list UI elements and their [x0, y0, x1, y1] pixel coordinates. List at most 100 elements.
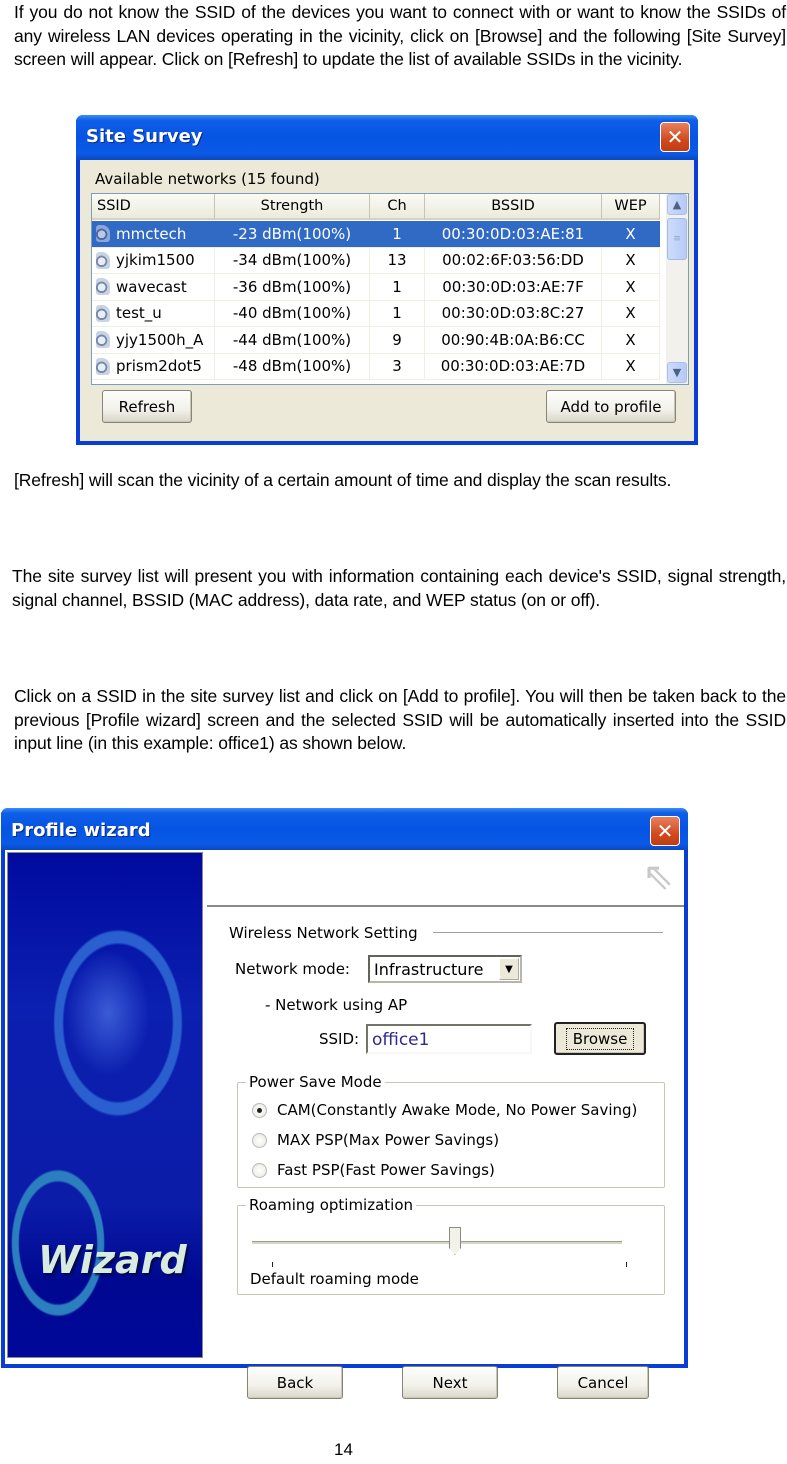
cell-wep: X — [602, 327, 660, 353]
network-row[interactable]: prism2dot5 -48 dBm(100%) 3 00:30:0D:03:AE:7… — [92, 353, 660, 380]
section-divider — [433, 932, 663, 933]
cell-strength: -40 dBm(100%) — [215, 300, 370, 326]
column-header-wep[interactable]: WEP — [602, 194, 660, 220]
site-survey-title: Site Survey — [86, 126, 203, 147]
scroll-thumb[interactable]: ≡ — [667, 218, 687, 260]
cell-bssid-text: 00:30:0D:03:AE:81 — [441, 224, 585, 243]
site-survey-title-bar[interactable]: Site Survey ✕ — [76, 115, 698, 160]
cell-bssid-text: 00:90:4B:0A:B6:CC — [441, 330, 585, 349]
network-row[interactable]: yjkim1500 -34 dBm(100%) 13 00:02:6F:03:56:D… — [92, 247, 660, 274]
cell-ch: 1 — [370, 274, 425, 300]
cell-ch: 1 — [370, 221, 425, 247]
profile-wizard-body: Wizard ⇖ Wireless Network Setting Networ… — [5, 850, 684, 1399]
list-scrollbar[interactable]: ▲ ≡ ▼ — [666, 194, 688, 384]
profile-wizard-title-bar[interactable]: Profile wizard ✕ — [1, 808, 688, 850]
cell-bssid: 00:02:6F:03:56:DD — [425, 247, 602, 273]
ssid-input[interactable]: office1 — [366, 1024, 532, 1054]
cell-ssid-text: test_u — [116, 304, 162, 323]
radio-button-icon[interactable] — [252, 1132, 267, 1148]
access-point-icon — [96, 251, 110, 269]
network-sub-label: - Network using AP — [265, 996, 408, 1014]
power-save-legend: Power Save Mode — [246, 1073, 385, 1091]
cell-ssid: wavecast — [92, 274, 215, 300]
access-point-icon — [96, 278, 110, 296]
roaming-slider-track[interactable] — [252, 1241, 622, 1244]
cell-wep: X — [602, 221, 660, 247]
cell-ch-text: 1 — [392, 304, 402, 323]
add-profile-paragraph: Click on a SSID in the site survey list … — [14, 686, 786, 753]
scroll-down-icon[interactable]: ▼ — [667, 362, 687, 383]
network-row[interactable]: test_u -40 dBm(100%) 1 00:30:0D:03:8C:27 X — [92, 300, 660, 327]
radio-button-icon[interactable] — [252, 1102, 267, 1118]
roaming-legend: Roaming optimization — [246, 1196, 417, 1214]
roaming-mode-label: Default roaming mode — [250, 1270, 419, 1288]
cell-bssid: 00:90:4B:0A:B6:CC — [425, 327, 602, 353]
header-divider — [207, 905, 684, 907]
column-header-strength[interactable]: Strength — [215, 194, 370, 220]
radio-button-icon[interactable] — [252, 1162, 267, 1178]
cell-ssid-text: yjy1500h_A — [116, 330, 204, 349]
site-survey-body: Available networks (15 found) SSID Stren… — [80, 160, 694, 441]
roaming-slider-thumb[interactable] — [449, 1227, 461, 1255]
cell-ssid-text: mmctech — [116, 224, 187, 243]
cell-ch-text: 9 — [392, 330, 402, 349]
scroll-up-icon[interactable]: ▲ — [667, 194, 687, 215]
site-survey-window: Site Survey ✕ Available networks (15 fou… — [76, 115, 698, 445]
cell-strength: -23 dBm(100%) — [215, 221, 370, 247]
roaming-group: Roaming optimization Default roaming mod… — [237, 1196, 665, 1295]
close-icon[interactable]: ✕ — [660, 122, 690, 152]
cell-wep-text: X — [625, 330, 636, 349]
cell-bssid: 00:30:0D:03:AE:7F — [425, 274, 602, 300]
cell-bssid-text: 00:02:6F:03:56:DD — [442, 251, 584, 270]
wizard-banner-text: Wizard — [38, 1238, 187, 1282]
cell-strength-text: -44 dBm(100%) — [232, 330, 352, 349]
add-to-profile-button[interactable]: Add to profile — [546, 390, 676, 423]
cell-ssid-text: wavecast — [116, 277, 187, 296]
ssid-label: SSID: — [319, 1030, 360, 1048]
cell-strength: -44 dBm(100%) — [215, 327, 370, 353]
network-rows: mmctech -23 dBm(100%) 1 00:30:0D:03:AE:81 Xy… — [92, 221, 660, 380]
network-mode-select[interactable]: Infrastructure ▼ — [368, 955, 522, 983]
column-header-channel[interactable]: Ch — [370, 194, 425, 220]
back-button[interactable]: Back — [247, 1366, 343, 1399]
section-title: Wireless Network Setting — [229, 924, 418, 942]
cell-strength-text: -36 dBm(100%) — [232, 277, 352, 296]
page-number: 14 — [334, 1440, 353, 1459]
cell-ssid: prism2dot5 — [92, 353, 215, 379]
column-header-bssid[interactable]: BSSID — [425, 194, 602, 220]
radio-fast-psp[interactable]: Fast PSP(Fast Power Savings) — [252, 1161, 495, 1179]
cell-ssid: yjy1500h_A — [92, 327, 215, 353]
cell-ch: 3 — [370, 353, 425, 379]
cell-strength-text: -48 dBm(100%) — [232, 357, 352, 376]
cell-ssid-text: prism2dot5 — [116, 357, 202, 376]
radio-cam-label: CAM(Constantly Awake Mode, No Power Savi… — [277, 1101, 638, 1119]
refresh-paragraph: [Refresh] will scan the vicinity of a ce… — [14, 470, 672, 490]
radio-fast-psp-label: Fast PSP(Fast Power Savings) — [277, 1161, 495, 1179]
access-point-icon — [96, 304, 110, 322]
network-row[interactable]: yjy1500h_A -44 dBm(100%) 9 00:90:4B:0A:B6:C… — [92, 327, 660, 354]
cell-wep: X — [602, 274, 660, 300]
browse-button[interactable]: Browse — [554, 1022, 646, 1055]
cell-bssid: 00:30:0D:03:AE:7D — [425, 353, 602, 379]
access-point-icon — [96, 357, 110, 375]
network-list[interactable]: SSID Strength Ch BSSID WEP mmctech -23 dB… — [91, 193, 689, 385]
network-row[interactable]: mmctech -23 dBm(100%) 1 00:30:0D:03:AE:81 X — [92, 221, 660, 248]
radio-cam[interactable]: CAM(Constantly Awake Mode, No Power Savi… — [252, 1101, 637, 1119]
profile-wizard-window: Profile wizard ✕ Wizard ⇖ Wireless Netwo… — [1, 808, 688, 1399]
cell-strength: -34 dBm(100%) — [215, 247, 370, 273]
cell-ch: 1 — [370, 300, 425, 326]
cell-strength: -48 dBm(100%) — [215, 353, 370, 379]
cancel-button[interactable]: Cancel — [557, 1366, 649, 1399]
close-icon[interactable]: ✕ — [650, 816, 680, 846]
network-list-header: SSID Strength Ch BSSID WEP — [92, 194, 660, 220]
wizard-side-banner: Wizard — [7, 852, 203, 1358]
radio-max-psp[interactable]: MAX PSP(Max Power Savings) — [252, 1131, 499, 1149]
refresh-button[interactable]: Refresh — [102, 390, 192, 423]
cell-strength-text: -34 dBm(100%) — [232, 251, 352, 270]
network-row[interactable]: wavecast -36 dBm(100%) 1 00:30:0D:03:AE:7F X — [92, 274, 660, 301]
column-header-ssid[interactable]: SSID — [92, 194, 215, 220]
cell-strength: -36 dBm(100%) — [215, 274, 370, 300]
chevron-down-icon[interactable]: ▼ — [499, 958, 519, 980]
cell-ch: 13 — [370, 247, 425, 273]
next-button[interactable]: Next — [402, 1366, 498, 1399]
